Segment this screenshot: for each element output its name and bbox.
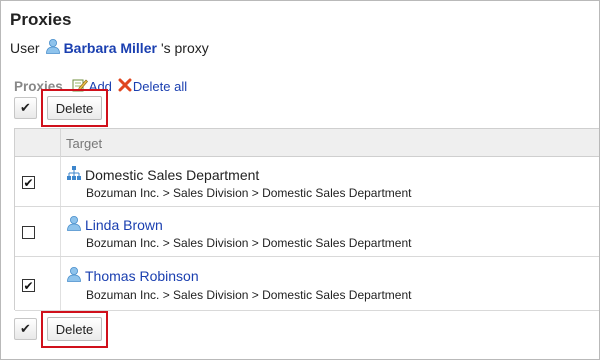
column-divider (60, 157, 61, 206)
subtitle-suffix: 's proxy (160, 39, 209, 56)
delete-all-link[interactable]: Delete all (118, 78, 187, 95)
column-divider (60, 207, 61, 256)
column-header-target: Target (66, 136, 103, 151)
target-name: Thomas Robinson (66, 266, 199, 285)
target-name-link[interactable]: Thomas Robinson (85, 268, 199, 284)
target-name-link[interactable]: Linda Brown (85, 217, 163, 233)
page-subtitle: User Barbara Miller 's proxy (10, 38, 209, 57)
target-name: Domestic Sales Department (66, 165, 259, 184)
target-name-text: Domestic Sales Department (85, 166, 260, 183)
target-path: Bozuman Inc. > Sales Division > Domestic… (86, 236, 412, 250)
delete-button[interactable]: Delete (47, 317, 102, 341)
row-checkbox[interactable]: ✔ (22, 279, 35, 292)
table-header: Target (15, 129, 599, 157)
user-icon (45, 38, 61, 57)
table-row: Linda Brown Bozuman Inc. > Sales Divisio… (15, 207, 599, 257)
subtitle-prefix: User (10, 39, 40, 56)
proxy-table: Target ✔ Domestic Sales Department Bozum… (14, 128, 599, 311)
delete-x-icon (118, 78, 132, 95)
check-all-button[interactable]: ✔ (14, 318, 37, 340)
table-row: ✔ Thomas Robinson Bozuman Inc. > Sales D… (15, 257, 599, 311)
user-name-link[interactable]: Barbara Miller (64, 40, 157, 56)
target-path: Bozuman Inc. > Sales Division > Domestic… (86, 288, 412, 302)
column-divider (60, 257, 61, 310)
user-icon (66, 266, 82, 285)
user-icon (66, 215, 82, 234)
column-divider (60, 129, 61, 157)
check-all-button[interactable]: ✔ (14, 97, 37, 119)
row-checkbox[interactable] (22, 226, 35, 239)
row-checkbox[interactable]: ✔ (22, 176, 35, 189)
delete-all-label: Delete all (132, 78, 188, 94)
table-row: ✔ Domestic Sales Department Bozuman Inc.… (15, 157, 599, 207)
target-path: Bozuman Inc. > Sales Division > Domestic… (86, 186, 412, 200)
organization-icon (66, 165, 82, 184)
page-title: Proxies (10, 10, 72, 29)
target-name: Linda Brown (66, 215, 163, 234)
delete-button[interactable]: Delete (47, 96, 102, 120)
